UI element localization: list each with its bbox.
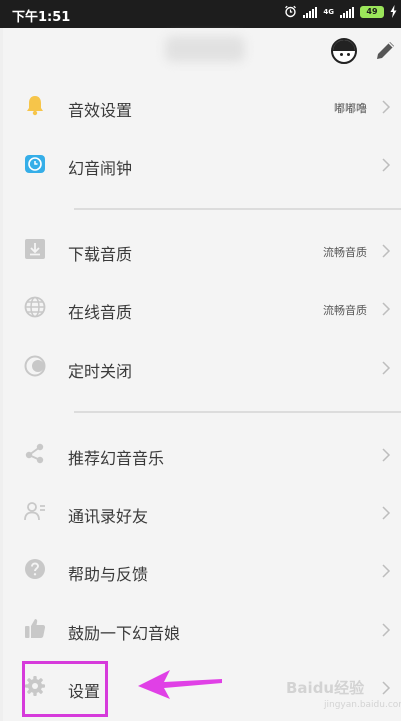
status-icons: 4G 49: [284, 5, 397, 18]
signal-icon: [303, 6, 318, 18]
bell-icon: [27, 96, 43, 116]
menu-value: 流畅音质: [323, 304, 367, 317]
chevron-right-icon: [382, 100, 391, 114]
menu-item-alarm[interactable]: 幻音闹钟: [0, 138, 401, 194]
menu-item-encourage[interactable]: 鼓励一下幻音娘: [0, 603, 401, 659]
help-icon: [25, 559, 45, 579]
avatar-icon[interactable]: [331, 38, 357, 64]
menu-label: 帮助与反馈: [68, 565, 149, 584]
chevron-right-icon: [382, 361, 391, 375]
share-icon: [25, 443, 44, 464]
menu-panel: 音效设置 嘟嘟噜 幻音闹钟 下载音质 流畅音质 在线音质 流畅音质 定时关闭 推…: [0, 28, 401, 721]
pointer-arrow-icon: [138, 670, 222, 699]
menu-label: 音效设置: [68, 101, 133, 120]
contacts-icon: [24, 502, 45, 521]
alarm-icon: [285, 5, 297, 18]
menu-label: 推荐幻音音乐: [68, 449, 165, 468]
status-bar: 下午1:51 4G 49: [0, 0, 401, 28]
menu-label: 下载音质: [68, 245, 133, 264]
menu-value: 流畅音质: [323, 246, 367, 259]
menu-label: 鼓励一下幻音娘: [68, 624, 181, 643]
section-divider: [74, 208, 401, 210]
charging-icon: [390, 5, 397, 18]
battery-icon: 49: [360, 5, 384, 18]
alarm-clock-icon: [25, 155, 45, 173]
download-icon: [25, 239, 45, 259]
drawer-header: [0, 28, 401, 76]
chevron-right-icon: [382, 244, 391, 258]
chevron-right-icon: [382, 158, 391, 172]
menu-value: 嘟嘟噜: [334, 102, 367, 115]
network-label: 4G: [323, 7, 334, 16]
menu-item-recommend[interactable]: 推荐幻音音乐: [0, 428, 401, 484]
menu-item-online-quality[interactable]: 在线音质 流畅音质: [0, 282, 401, 338]
chevron-right-icon: [382, 506, 391, 520]
menu-item-help[interactable]: 帮助与反馈: [0, 544, 401, 600]
section-divider: [74, 411, 401, 413]
thumbs-up-icon: [25, 619, 46, 638]
globe-icon: [24, 296, 46, 318]
chevron-right-icon: [382, 302, 391, 316]
chevron-right-icon: [382, 623, 391, 637]
menu-label: 定时关闭: [68, 362, 133, 381]
blurred-username: [165, 36, 245, 62]
menu-item-timer-close[interactable]: 定时关闭: [0, 341, 401, 397]
menu-label: 在线音质: [68, 303, 133, 322]
watermark-text: Baidu经验: [286, 679, 365, 697]
pencil-icon[interactable]: [374, 38, 398, 62]
menu-label: 通讯录好友: [68, 507, 149, 526]
menu-label: 幻音闹钟: [68, 159, 133, 178]
watermark-subtext: jingyan.baidu.com: [324, 700, 401, 710]
watermark: Baidu经验 jingyan.baidu.com: [286, 675, 401, 719]
menu-item-download-quality[interactable]: 下载音质 流畅音质: [0, 224, 401, 280]
timer-toggle-icon: [24, 355, 46, 377]
highlight-box: [22, 661, 108, 717]
menu-item-sound-effects[interactable]: 音效设置 嘟嘟噜: [0, 80, 401, 136]
chevron-right-icon: [382, 448, 391, 462]
chevron-right-icon: [382, 564, 391, 578]
status-time: 下午1:51: [12, 10, 71, 25]
signal-4g-icon: [340, 6, 354, 18]
menu-item-contacts[interactable]: 通讯录好友: [0, 486, 401, 542]
